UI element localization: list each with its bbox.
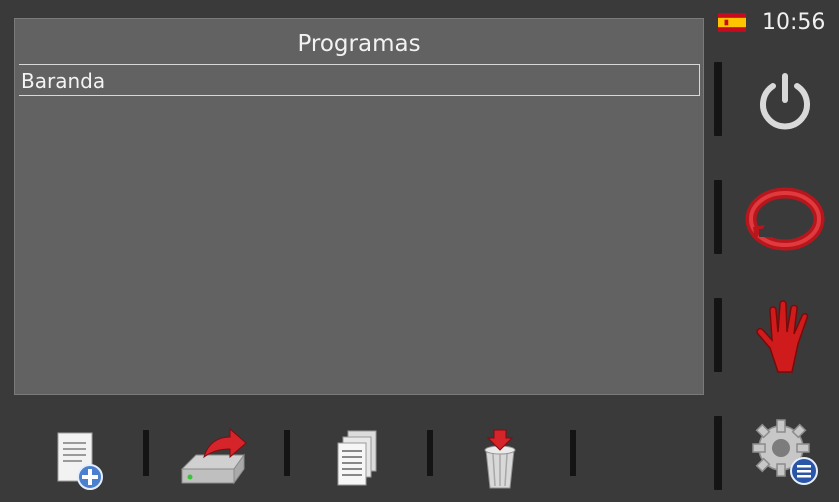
stop-hand-icon <box>756 300 809 373</box>
settings-gear-icon <box>752 419 818 485</box>
restart-button[interactable] <box>735 170 835 266</box>
toolbar-divider <box>143 430 149 476</box>
copy-program-button[interactable] <box>306 420 406 498</box>
toolbar-divider <box>570 430 576 476</box>
clock: 10:56 <box>762 10 826 35</box>
sidebar-divider <box>714 298 722 372</box>
toolbar-divider <box>427 430 433 476</box>
power-button[interactable] <box>735 52 835 148</box>
settings-button[interactable] <box>735 404 835 500</box>
page-title: Programas <box>297 31 421 57</box>
delete-program-button[interactable] <box>450 420 550 498</box>
sidebar-divider <box>714 180 722 254</box>
stop-button[interactable] <box>735 288 835 384</box>
list-item[interactable]: Baranda <box>19 64 700 96</box>
toolbar-divider <box>284 430 290 476</box>
new-program-icon <box>57 432 103 490</box>
program-list: Baranda <box>15 64 703 96</box>
delete-program-icon <box>484 429 516 489</box>
spain-flag-icon[interactable] <box>718 13 746 32</box>
load-program-icon <box>180 427 247 485</box>
sidebar-divider <box>714 416 722 490</box>
copy-program-icon <box>337 430 377 486</box>
new-program-button[interactable] <box>26 420 126 498</box>
sidebar-divider <box>714 62 722 136</box>
power-icon <box>760 73 810 130</box>
status-bar: 10:56 <box>718 10 825 35</box>
load-program-button[interactable] <box>164 420 264 498</box>
program-list-panel: Programas Baranda <box>14 18 704 395</box>
restart-icon <box>745 187 825 251</box>
